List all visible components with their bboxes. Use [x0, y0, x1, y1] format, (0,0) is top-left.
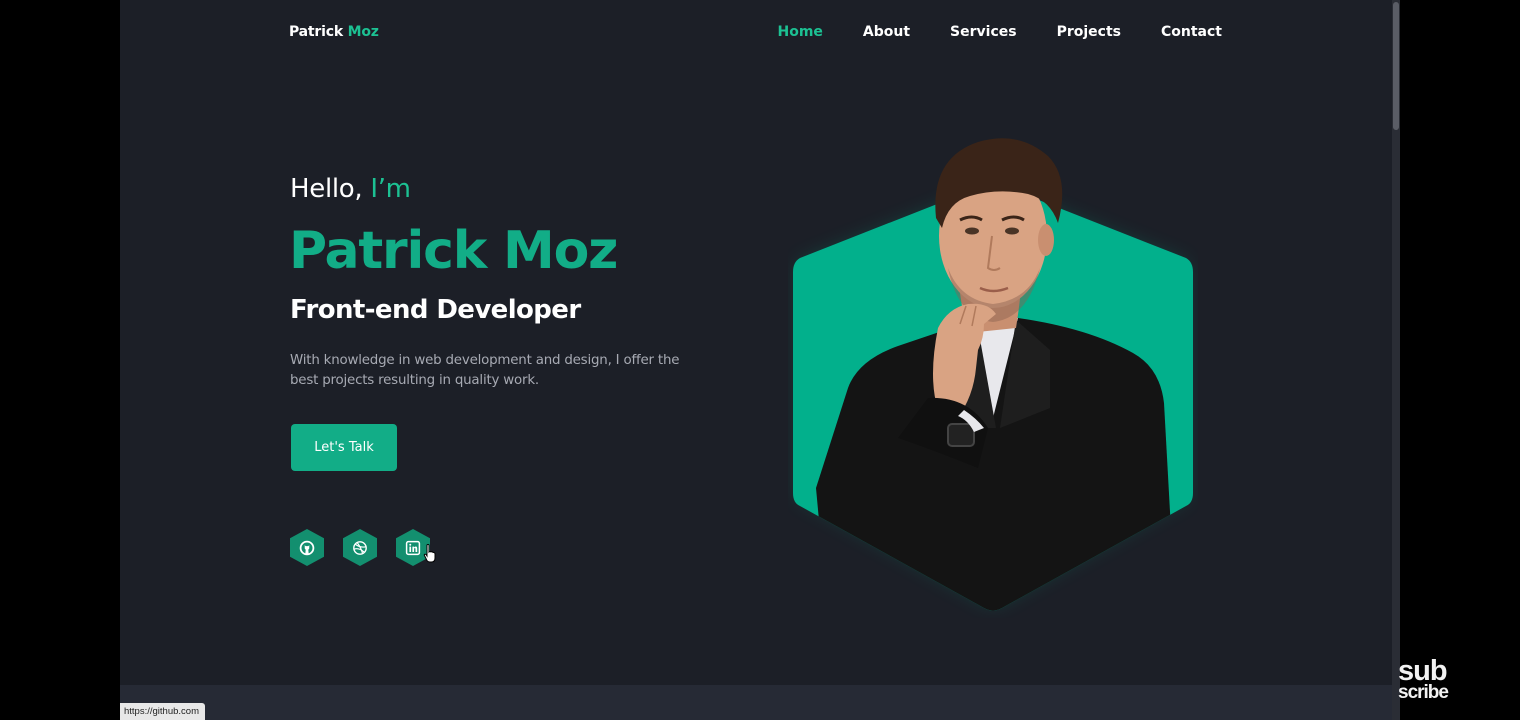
hero-portrait-image [793, 138, 1193, 611]
dribbble-icon [353, 540, 367, 555]
scrollbar[interactable] [1392, 0, 1400, 720]
lets-talk-button[interactable]: Let's Talk [291, 424, 397, 471]
greeting-prefix: Hello, [290, 174, 363, 204]
status-bar-url: https://github.com [120, 703, 205, 720]
social-link-dribbble[interactable] [343, 529, 377, 566]
subscribe-watermark: sub scribe [1398, 655, 1452, 704]
nav-link-about[interactable]: About [863, 24, 910, 40]
hero-role: Front-end Developer [290, 295, 581, 325]
site-logo[interactable]: Patrick Moz [289, 24, 379, 40]
nav-link-contact[interactable]: Contact [1161, 24, 1222, 40]
social-link-github[interactable] [290, 529, 324, 566]
main-nav: Home About Services Projects Contact [777, 24, 1222, 40]
nav-link-projects[interactable]: Projects [1057, 24, 1121, 40]
greeting-accent: I’m [370, 174, 411, 204]
nav-link-services[interactable]: Services [950, 24, 1017, 40]
social-links [290, 529, 430, 566]
scrollbar-thumb[interactable] [1393, 2, 1399, 130]
nav-link-home[interactable]: Home [777, 24, 822, 40]
next-section-edge [120, 685, 1400, 720]
hand-cursor-icon [423, 544, 436, 563]
linkedin-icon [405, 540, 421, 555]
hero-name: Patrick Moz [289, 221, 618, 281]
logo-first-name: Patrick [289, 24, 343, 40]
github-icon [299, 540, 315, 555]
watermark-line-1: sub [1398, 655, 1448, 687]
hero-greeting: Hello, I’m [290, 174, 411, 204]
watermark-line-2: scribe [1398, 682, 1449, 704]
logo-last-name: Moz [347, 24, 379, 40]
hero-description: With knowledge in web development and de… [290, 353, 680, 388]
portfolio-page: Patrick Moz Home About Services Projects… [120, 0, 1400, 720]
